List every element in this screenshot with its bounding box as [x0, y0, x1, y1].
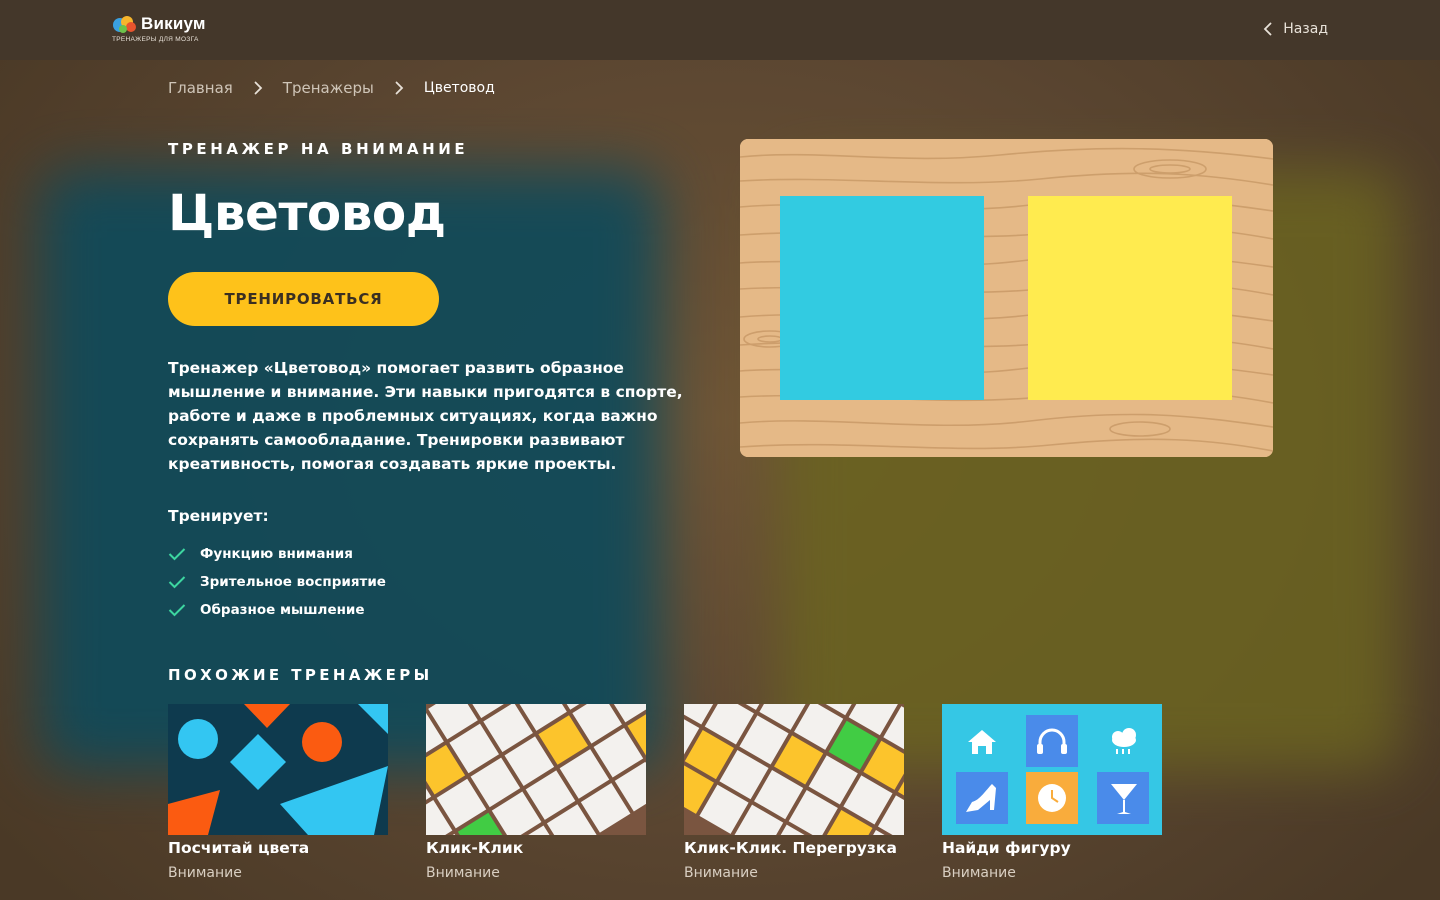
train-button[interactable]: ТРЕНИРОВАТЬСЯ [168, 272, 439, 326]
skill-item: Функцию внимания [168, 540, 386, 568]
tiles-overload-thumbnail-icon [684, 704, 904, 835]
main-content: Главная Тренажеры Цветовод ТРЕНАЖЕР НА В… [0, 0, 1440, 900]
trainer-card-category: Внимание [684, 865, 758, 881]
similar-trainers-list: Посчитай цвета Внимание Клик-Клик Вниман… [168, 704, 1162, 881]
skill-label: Образное мышление [200, 602, 365, 618]
game-preview [740, 139, 1273, 457]
skill-label: Зрительное восприятие [200, 574, 386, 590]
trainer-card-name: Клик-Клик. Перегрузка [684, 839, 897, 857]
similar-trainers-title: ПОХОЖИЕ ТРЕНАЖЕРЫ [168, 666, 433, 684]
logo-subtitle: ТРЕНАЖЕРЫ ДЛЯ МОЗГА [112, 36, 199, 43]
trainer-card-name: Найди фигуру [942, 839, 1071, 857]
back-label: Назад [1283, 21, 1328, 37]
trainer-thumbnail [426, 704, 646, 835]
back-button[interactable]: Назад [1263, 21, 1328, 37]
breadcrumb-trainers[interactable]: Тренажеры [283, 79, 374, 97]
chevron-right-icon [253, 81, 263, 95]
breadcrumb: Главная Тренажеры Цветовод [168, 79, 495, 97]
skill-item: Зрительное восприятие [168, 568, 386, 596]
chevron-right-icon [394, 81, 404, 95]
page-title: Цветовод [168, 184, 446, 242]
trainer-category-label: ТРЕНАЖЕР НА ВНИМАНИЕ [168, 140, 469, 158]
trainer-thumbnail [684, 704, 904, 835]
logo-icon [113, 16, 136, 33]
logo-title: Викиум [141, 14, 206, 33]
check-icon [168, 575, 186, 589]
find-shape-thumbnail-icon [942, 704, 1162, 835]
skill-item: Образное мышление [168, 596, 386, 624]
trainer-thumbnail [942, 704, 1162, 835]
color-card-left [780, 196, 984, 400]
trainer-card[interactable]: Клик-Клик. Перегрузка Внимание [684, 704, 904, 881]
skill-label: Функцию внимания [200, 546, 353, 562]
trainer-description: Тренажер «Цветовод» помогает развить обр… [168, 359, 683, 473]
trainer-thumbnail [168, 704, 388, 835]
top-bar: Викиум ТРЕНАЖЕРЫ ДЛЯ МОЗГА Назад [0, 0, 1440, 60]
trainer-card-name: Клик-Клик [426, 839, 524, 857]
shapes-thumbnail-icon [168, 704, 388, 835]
logo[interactable]: Викиум ТРЕНАЖЕРЫ ДЛЯ МОЗГА [112, 14, 222, 46]
trainer-card[interactable]: Найди фигуру Внимание [942, 704, 1162, 881]
chevron-left-icon [1263, 22, 1272, 36]
trainer-card[interactable]: Клик-Клик Внимание [426, 704, 646, 881]
trainer-card-category: Внимание [168, 865, 242, 881]
trainer-card-category: Внимание [426, 865, 500, 881]
check-icon [168, 603, 186, 617]
skills-list: Функцию внимания Зрительное восприятие О… [168, 540, 386, 624]
breadcrumb-current: Цветовод [423, 80, 495, 96]
trainer-card-category: Внимание [942, 865, 1016, 881]
breadcrumb-home[interactable]: Главная [168, 79, 233, 97]
trains-label: Тренирует: [168, 507, 269, 525]
color-card-right [1028, 196, 1232, 400]
trainer-card-name: Посчитай цвета [168, 839, 310, 857]
check-icon [168, 547, 186, 561]
tiles-thumbnail-icon [426, 704, 646, 835]
trainer-card[interactable]: Посчитай цвета Внимание [168, 704, 388, 881]
